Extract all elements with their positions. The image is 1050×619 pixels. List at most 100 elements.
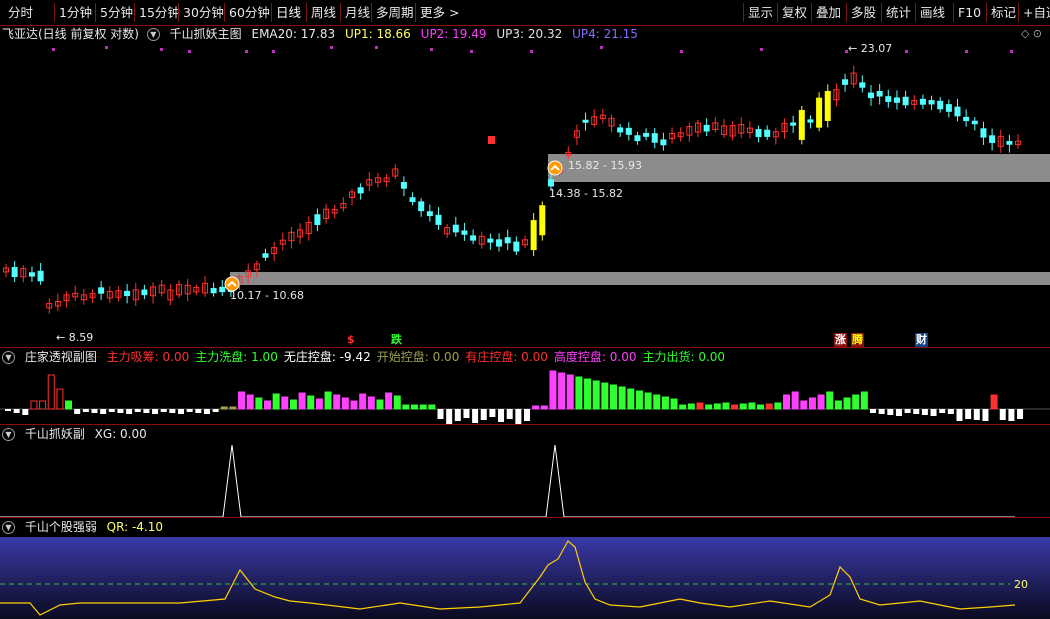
zhuangjia-item-0: 主力吸筹: 0.00 <box>106 350 190 364</box>
period-tab-0[interactable]: 分时 <box>8 0 33 25</box>
ema-value: EMA20: 17.83 <box>251 27 336 41</box>
toolbar-button-5[interactable]: 画线 <box>920 0 945 25</box>
toolbar-button-3[interactable]: 多股 <box>851 0 876 25</box>
candle-body <box>28 272 35 277</box>
period-tab-6[interactable]: 日线 <box>276 0 301 25</box>
marker-dot <box>330 46 333 49</box>
marker-dot <box>470 50 473 53</box>
histogram-bar <box>143 409 150 413</box>
zhuangjia-item-2: 无庄控盘: -9.42 <box>283 350 371 364</box>
period-tab-10[interactable]: 更多 > <box>420 0 459 25</box>
histogram-bar <box>126 409 133 414</box>
zhuayao-title[interactable]: 千山抓妖副 <box>25 427 85 441</box>
toolbar-button-2[interactable]: 叠加 <box>816 0 841 25</box>
marker-dot <box>845 50 848 53</box>
histogram-bar <box>549 370 557 410</box>
toolbar-button-7[interactable]: 标记 <box>991 0 1016 25</box>
histogram-bar <box>472 409 479 423</box>
main-chart[interactable]: 10.17 - 10.68 15.82 - 15.93 14.38 - 15.82 ←… <box>0 44 1050 347</box>
candle-body <box>824 90 831 121</box>
histogram-bar <box>1008 409 1015 421</box>
period-toolbar: 分时 1分钟 5分钟 15分钟 30分钟 60分钟 日线 周线 月线 多周期 更多 > 显示 复权 叠加多… <box>0 0 1050 26</box>
toolbar-separator <box>846 3 847 22</box>
nav-diamond-icon[interactable]: ◇ <box>1021 27 1029 40</box>
candle-body <box>357 187 364 194</box>
signal-teng: 腾 <box>851 333 864 347</box>
zhuayao-chart[interactable] <box>0 443 1050 519</box>
zhuayao-header: ▼ 千山抓妖副 XG: 0.00 <box>2 426 153 443</box>
candle-body <box>547 179 554 187</box>
candle-body <box>582 119 589 123</box>
indicator-name[interactable]: 千山抓妖主图 <box>170 27 242 41</box>
marker-dot <box>188 50 191 53</box>
histogram-bar <box>713 403 721 410</box>
histogram-bar <box>376 399 384 410</box>
window-controls: ◇ ⊙ <box>1021 27 1042 40</box>
period-tab-4[interactable]: 30分钟 <box>183 0 224 25</box>
candle-body <box>1006 140 1013 145</box>
candle-body <box>625 127 632 135</box>
histogram-bar <box>679 404 687 410</box>
histogram-bar <box>212 409 219 412</box>
collapse-icon[interactable]: ▼ <box>146 28 160 41</box>
candle-body <box>426 211 433 217</box>
up1-value: UP1: 18.66 <box>344 27 411 41</box>
period-tab-7[interactable]: 周线 <box>311 0 336 25</box>
histogram-bar <box>705 404 713 410</box>
toolbar-button-1[interactable]: 复权 <box>782 0 807 25</box>
panel-divider <box>0 424 1050 425</box>
toolbar-separator <box>271 3 272 22</box>
histogram-bar <box>515 409 522 424</box>
candle-body <box>859 82 866 88</box>
histogram-bar <box>134 409 141 412</box>
toolbar-button-0[interactable]: 显示 <box>748 0 773 25</box>
histogram-bar <box>973 409 980 420</box>
period-tab-3[interactable]: 15分钟 <box>139 0 180 25</box>
histogram-bar <box>783 394 790 410</box>
zhuangjia-item-6: 主力出货: 0.00 <box>642 350 726 364</box>
candle-body <box>435 214 442 225</box>
toolbar-separator <box>306 3 307 22</box>
zhuangjia-chart[interactable] <box>0 366 1050 424</box>
signal-zhang: 涨 <box>834 333 847 347</box>
toolbar-separator <box>340 3 341 22</box>
candle-body <box>496 239 503 247</box>
period-tab-2[interactable]: 5分钟 <box>100 0 133 25</box>
qiangruo-title[interactable]: 千山个股强弱 <box>25 520 97 534</box>
histogram-bar <box>82 409 89 412</box>
period-tab-8[interactable]: 月线 <box>345 0 370 25</box>
toolbar-button-6[interactable]: F10 <box>958 0 981 25</box>
candle-body <box>902 96 909 106</box>
collapse-icon[interactable]: ▼ <box>2 521 15 534</box>
histogram-bar <box>385 392 393 410</box>
histogram-bar <box>315 398 323 410</box>
histogram-bar <box>939 409 946 413</box>
histogram-bar <box>670 398 678 410</box>
candle-body <box>651 133 658 143</box>
candle-body <box>98 287 105 294</box>
period-tab-1[interactable]: 1分钟 <box>59 0 92 25</box>
candle-body <box>989 135 996 143</box>
histogram-bar <box>566 374 574 410</box>
candle-body <box>124 290 131 297</box>
period-tab-5[interactable]: 60分钟 <box>229 0 270 25</box>
candle-body <box>400 182 407 189</box>
toolbar-separator <box>1018 3 1019 22</box>
panel-divider <box>0 517 1050 518</box>
toolbar-button-4[interactable]: 统计 <box>886 0 911 25</box>
candle-body <box>963 116 970 122</box>
nav-circle-icon[interactable]: ⊙ <box>1033 27 1042 40</box>
histogram-bar <box>39 400 47 410</box>
toolbar-button-8[interactable]: +自选 <box>1023 0 1050 25</box>
candle-body <box>971 120 978 125</box>
collapse-icon[interactable]: ▼ <box>2 351 15 364</box>
histogram-bar <box>661 396 669 410</box>
histogram-bar <box>965 409 972 419</box>
qiangruo-chart[interactable]: 20 <box>0 537 1050 619</box>
zhuangjia-title[interactable]: 庄家透视副图 <box>25 350 97 364</box>
period-tab-9[interactable]: 多周期 <box>376 0 414 25</box>
histogram-bar <box>178 409 184 414</box>
collapse-icon[interactable]: ▼ <box>2 428 15 441</box>
marker-dot <box>530 50 533 53</box>
histogram-bar <box>990 394 998 410</box>
